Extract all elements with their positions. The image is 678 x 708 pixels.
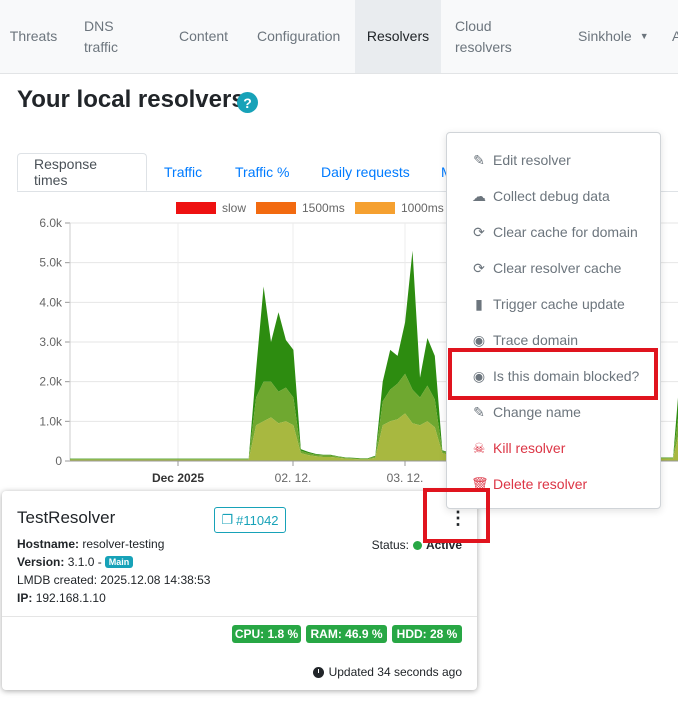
tab-traffic[interactable]: Traffic: [148, 153, 218, 191]
ticket-label: #11042: [236, 512, 279, 528]
version-value: 3.1.0 -: [67, 555, 102, 569]
dot-circle-icon: ◉: [472, 331, 486, 348]
tab-response-times-label: Response times: [34, 156, 98, 188]
updated-line: Updated 34 seconds ago: [312, 665, 462, 679]
hostname-label: Hostname:: [17, 537, 80, 551]
y-tick-label: 1.0k: [39, 414, 63, 428]
menu-label: Collect debug data: [493, 188, 610, 204]
nav-threats[interactable]: Threats: [0, 0, 67, 73]
top-navbar: Threats DNS traffic Content Configuratio…: [0, 0, 678, 74]
tab-daily-requests[interactable]: Daily requests: [305, 153, 426, 191]
nav-configuration[interactable]: Configuration: [257, 0, 340, 73]
x-tick-label: Dec 2025: [152, 471, 204, 485]
tab-traffic-percent[interactable]: Traffic %: [219, 153, 305, 191]
ip-value: 192.168.1.10: [35, 591, 106, 605]
question-circle-icon[interactable]: ?: [237, 92, 258, 113]
tab-daily-requests-label: Daily requests: [321, 164, 410, 180]
y-tick-label: 3.0k: [39, 335, 63, 349]
copy-icon: ❐: [221, 512, 234, 527]
y-tick-label: 2.0k: [39, 375, 63, 389]
hostname-value: resolver-testing: [82, 537, 165, 551]
status-dot-icon: [412, 540, 422, 550]
menu-edit-resolver[interactable]: ✎ Edit resolver: [447, 142, 660, 178]
cpu-badge: CPU: 1.8 %: [232, 625, 301, 643]
y-tick-label: 6.0k: [39, 216, 63, 230]
edit-icon: ✎: [473, 151, 485, 168]
y-tick-label: 0: [55, 454, 62, 468]
nav-resolvers-label: Resolvers: [366, 28, 430, 44]
nav-overflow-label: A: [672, 28, 678, 44]
menu-label: Trigger cache update: [493, 296, 625, 312]
caret-down-icon: ▼: [639, 31, 649, 41]
y-tick-label: 4.0k: [39, 295, 63, 309]
nav-configuration-label: Configuration: [257, 28, 341, 44]
card-divider: [2, 616, 477, 617]
nav-dns-traffic-label: DNS traffic: [84, 17, 118, 55]
highlight-box-menu-item: [448, 348, 658, 400]
resolver-name: TestResolver: [17, 508, 116, 527]
ram-badge: RAM: 46.9 %: [306, 625, 387, 643]
menu-collect-debug-data[interactable]: ☁ Collect debug data: [447, 178, 660, 214]
tab-traffic-label: Traffic: [164, 164, 203, 180]
nav-cloud-resolvers-label: Cloud resolvers: [455, 17, 512, 55]
updated-label: Updated 34 seconds ago: [328, 665, 462, 679]
nav-sinkhole[interactable]: Sinkhole ▼: [578, 0, 649, 73]
ticket-button[interactable]: ❐ #11042: [214, 507, 286, 533]
version-line: Version: 3.1.0 - Main: [17, 555, 134, 569]
hdd-badge: HDD: 28 %: [392, 625, 462, 643]
nav-content[interactable]: Content: [179, 0, 228, 73]
menu-kill-resolver[interactable]: ☠ Kill resolver: [447, 430, 660, 466]
menu-clear-cache-for-domain[interactable]: ⟳ Clear cache for domain: [447, 214, 660, 250]
version-label: Version:: [17, 555, 65, 569]
status-label: Status:: [371, 538, 409, 552]
skull-crossbones-icon: ☠: [472, 439, 486, 456]
tab-traffic-percent-label: Traffic %: [235, 164, 290, 180]
x-tick-label: 02. 12.: [275, 471, 312, 485]
sync-icon: ⟳: [473, 223, 485, 240]
menu-label: Trace domain: [493, 332, 579, 348]
version-badge: Main: [104, 556, 134, 568]
tab-response-times[interactable]: Response times: [17, 153, 147, 191]
highlight-box-kebab: [423, 488, 490, 543]
x-tick-label: 03. 12.: [387, 471, 424, 485]
menu-label: Change name: [493, 404, 581, 420]
page-title: Your local resolvers: [17, 86, 245, 113]
file-icon: ▮: [475, 295, 483, 312]
menu-label: Edit resolver: [493, 152, 571, 168]
nav-threats-label: Threats: [9, 28, 58, 44]
menu-label: Clear cache for domain: [493, 224, 638, 240]
resolver-actions-menu: ✎ Edit resolver ☁ Collect debug data ⟳ Clea…: [446, 132, 661, 509]
nav-resolvers[interactable]: Resolvers: [355, 0, 441, 73]
clock-icon: [312, 666, 324, 678]
nav-cloud-resolvers[interactable]: Cloud resolvers: [455, 0, 525, 73]
nav-sinkhole-label: Sinkhole: [578, 28, 632, 44]
nav-dns-traffic[interactable]: DNS traffic: [84, 0, 144, 73]
sync-icon: ⟳: [473, 259, 485, 276]
hostname-line: Hostname: resolver-testing: [17, 537, 164, 551]
ip-line: IP: 192.168.1.10: [17, 591, 106, 605]
menu-label: Kill resolver: [493, 440, 566, 456]
pencil-icon: ✎: [473, 403, 485, 420]
y-tick-label: 5.0k: [39, 256, 63, 270]
ip-label: IP:: [17, 591, 33, 605]
cloud-upload-icon: ☁: [472, 187, 486, 204]
menu-label: Delete resolver: [493, 476, 588, 492]
menu-trigger-cache-update[interactable]: ▮ Trigger cache update: [447, 286, 660, 322]
menu-clear-resolver-cache[interactable]: ⟳ Clear resolver cache: [447, 250, 660, 286]
menu-label: Clear resolver cache: [493, 260, 622, 276]
nav-overflow[interactable]: A: [672, 0, 678, 73]
nav-content-label: Content: [179, 28, 229, 44]
lmdb-line: LMDB created: 2025.12.08 14:38:53: [17, 573, 211, 587]
resolver-card: TestResolver ❐ #11042 ⋮ Hostname: resolve…: [2, 491, 477, 690]
